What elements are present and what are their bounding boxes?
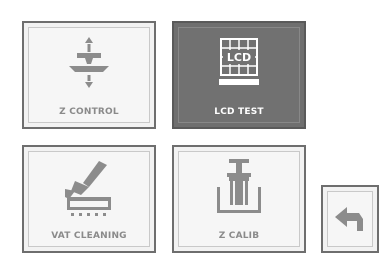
z-calib-label: Z CALIB [218, 231, 260, 241]
back-button[interactable] [321, 185, 379, 253]
tools-menu-screen: Z CONTROL LCD LCD TEST VAT CLEANING Z CA… [0, 0, 385, 262]
lcd-grid-icon: LCD [219, 38, 259, 85]
lcd-test-button[interactable]: LCD LCD TEST [172, 21, 306, 129]
z-calib-button[interactable]: Z CALIB [172, 145, 306, 253]
vat-brush-icon [65, 161, 111, 216]
vat-cleaning-label: VAT CLEANING [51, 231, 127, 241]
z-control-button[interactable]: Z CONTROL [22, 21, 156, 129]
z-axis-icon [69, 37, 109, 88]
lcd-test-label: LCD TEST [214, 107, 264, 117]
back-arrow-icon [335, 207, 363, 231]
z-control-label: Z CONTROL [59, 107, 119, 117]
z-calibration-icon [217, 159, 261, 213]
lcd-icon-text: LCD [227, 51, 251, 64]
vat-cleaning-button[interactable]: VAT CLEANING [22, 145, 156, 253]
